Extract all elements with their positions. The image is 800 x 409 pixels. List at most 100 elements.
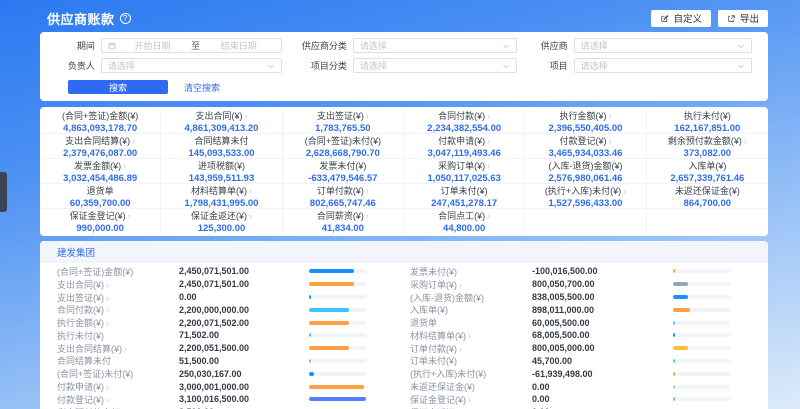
calendar-icon [108, 42, 116, 50]
detail-row[interactable]: 执行金额(¥)› 2,200,071,502.00 [40, 316, 404, 329]
detail-row: (执行+入库)未付(¥)› -61,939,498.00 [404, 367, 768, 380]
stat-cell[interactable]: 剩余预付款金额(¥)› 373,082.00 [647, 134, 768, 159]
stat-value: 1,527,596,433.00 [549, 198, 623, 209]
supplier-group-link[interactable]: 建发集团 [57, 248, 95, 259]
detail-row[interactable]: 合同付款(¥)› 2,200,000,000.00 [40, 303, 404, 316]
stat-cell: 未返还保证金(¥)› 864,700.00 [647, 184, 768, 209]
stat-cell: 订单未付(¥)› 247,451,278.17 [404, 184, 525, 209]
detail-row[interactable]: 采购订单(¥)› 800,050,700.00 [404, 278, 768, 291]
detail-row[interactable]: 订单付款(¥)› 800,005,000.00 [404, 342, 768, 355]
stat-cell[interactable]: 执行金额(¥)› 2,396,550,405.00 [525, 109, 646, 134]
drilldown-arrow-icon: › [608, 136, 611, 146]
filter-panel: 期间 开始日期 至 结束日期 供应商分类 请选择 供应商 请选择 负责人 请选择 [40, 32, 768, 101]
stat-cell[interactable]: 发票金额(¥)› 3,032,454,486.89 [40, 159, 161, 184]
detail-row-label[interactable]: 付款申请(¥)› [57, 380, 179, 393]
detail-row[interactable]: 支出签证(¥)› 0.00 [40, 291, 404, 304]
stat-cell[interactable]: 合同点工(¥)› 44,800.00 [404, 209, 525, 234]
stat-value: 2,379,476,087.00 [63, 148, 137, 159]
project-category-select[interactable]: 请选择 [353, 58, 517, 73]
drilldown-arrow-icon: › [249, 211, 252, 221]
detail-row[interactable]: 支出合同结算(¥)› 2,200,051,500.00 [40, 342, 404, 355]
detail-row-label[interactable]: 采购订单(¥)› [410, 278, 532, 291]
customize-button[interactable]: 自定义 [651, 10, 711, 27]
export-button[interactable]: 导出 [718, 10, 768, 27]
stat-cell[interactable]: 保证金返还(¥)› 125,300.00 [161, 209, 282, 234]
detail-row-bar [673, 282, 688, 286]
detail-row-bar [309, 321, 349, 325]
owner-select[interactable]: 请选择 [101, 58, 282, 73]
stat-value: 990,000.00 [76, 223, 124, 234]
stat-cell[interactable]: 材料结算单(¥)› 1,798,431,995.00 [161, 184, 282, 209]
detail-row[interactable]: 付款申请(¥)› 3,000,001,000.00 [40, 380, 404, 393]
detail-row-label[interactable]: 执行金额(¥)› [57, 316, 179, 329]
clear-search-link[interactable]: 清空搜索 [184, 81, 220, 94]
stat-cell[interactable]: 订单付款(¥)› 802,665,747.46 [283, 184, 404, 209]
detail-row-label[interactable]: 支出签证(¥)› [57, 291, 179, 304]
detail-row-label[interactable]: 保证金登记(¥)› [410, 393, 532, 406]
stat-cell: 合同结算未付› 145,093,533.00 [161, 134, 282, 159]
detail-row-label: 入库单(¥)› [410, 303, 532, 316]
drilldown-arrow-icon: › [487, 111, 490, 121]
stat-cell[interactable]: (执行+入库)未付(¥)› 1,527,596,433.00 [525, 184, 646, 209]
detail-row-label[interactable]: 支出合同(¥)› [57, 278, 179, 291]
stat-cell[interactable]: 合同付款(¥)› 2,234,382,554.00 [404, 109, 525, 134]
stat-label: 付款申请(¥)› [438, 134, 490, 147]
detail-row-value: 51,500.00 [179, 356, 309, 366]
supplier-group-header: 建发集团 [40, 241, 768, 263]
drilldown-arrow-icon: › [132, 136, 135, 146]
detail-right-column: 发票未付(¥)› -100,016,500.00 采购订单(¥)› 800,05… [404, 265, 768, 409]
stat-cell[interactable]: 采购订单(¥)› 1,050,117,025.63 [404, 159, 525, 184]
detail-row-bar-track [673, 295, 730, 299]
stat-cell[interactable]: 合同薪资(¥)› 41,834.00 [283, 209, 404, 234]
detail-row[interactable]: 支出合同(¥)› 2,450,071,501.00 [40, 278, 404, 291]
detail-row-value: 898,011,000.00 [532, 305, 673, 315]
drilldown-arrow-icon: › [487, 161, 490, 171]
stat-value: 125,300.00 [198, 223, 246, 234]
period-range-input[interactable]: 开始日期 至 结束日期 [101, 38, 282, 53]
stat-cell[interactable]: 支出签证(¥)› 1,783,765.50 [283, 109, 404, 134]
detail-row-label[interactable]: 材料结算单(¥)› [410, 329, 532, 342]
detail-row-label[interactable]: 合同付款(¥)› [57, 303, 179, 316]
detail-row-bar-track [673, 397, 730, 401]
stat-value: 4,861,309,413.20 [185, 123, 259, 134]
supplier-category-select[interactable]: 请选择 [353, 38, 517, 53]
detail-row-bar-track [309, 269, 366, 273]
search-button[interactable]: 搜索 [68, 80, 168, 94]
stat-label: (合同+签证)金额(¥)› [62, 109, 138, 122]
drilldown-arrow-icon: › [744, 136, 747, 146]
stat-cell[interactable]: 保证金登记(¥)› 990,000.00 [40, 209, 161, 234]
stat-cell: › [647, 209, 768, 234]
side-drawer-handle[interactable] [0, 172, 7, 212]
detail-row-bar-track [309, 308, 366, 312]
supplier-select[interactable]: 请选择 [574, 38, 752, 53]
drilldown-arrow-icon: › [249, 186, 252, 196]
stat-value: 1,783,765.50 [315, 123, 370, 134]
detail-row-bar [673, 321, 675, 325]
stat-cell[interactable]: 支出合同结算(¥)› 2,379,476,087.00 [40, 134, 161, 159]
stat-value: 1,050,117,025.63 [427, 173, 500, 184]
detail-row[interactable]: 材料结算单(¥)› 68,005,500.00 [404, 329, 768, 342]
detail-row: (合同+签证)未付(¥)› 250,030,167.00 [40, 367, 404, 380]
detail-row-value: 2,200,071,502.00 [179, 318, 309, 328]
detail-row[interactable]: 保证金登记(¥)› 0.00 [404, 393, 768, 406]
chevron-down-icon [502, 42, 510, 50]
detail-row-bar [673, 295, 688, 299]
detail-row-bar [673, 359, 675, 363]
detail-row-label[interactable]: 支出合同结算(¥)› [57, 342, 179, 355]
drilldown-arrow-icon: › [128, 211, 131, 221]
detail-row-label: 未返还保证金(¥)› [410, 380, 532, 393]
stat-cell[interactable]: 付款登记(¥)› 3,465,934,033.46 [525, 134, 646, 159]
project-select[interactable]: 请选择 [574, 58, 752, 73]
detail-row[interactable]: 付款登记(¥)› 3,100,016,500.00 [40, 393, 404, 406]
detail-row-value: 2,450,071,501.00 [179, 266, 309, 276]
detail-row-label[interactable]: 付款登记(¥)› [57, 393, 179, 406]
detail-row-bar [673, 346, 688, 350]
stat-cell[interactable]: 支出合同(¥)› 4,861,309,413.20 [161, 109, 282, 134]
stat-cell: (合同+签证)未付(¥)› 2,628,668,790.70 [283, 134, 404, 159]
drilldown-arrow-icon: › [487, 211, 490, 221]
help-icon[interactable]: ? [120, 13, 131, 24]
detail-row-label[interactable]: 订单付款(¥)› [410, 342, 532, 355]
stat-cell[interactable]: 付款申请(¥)› 3,047,119,493.46 [404, 134, 525, 159]
detail-row-bar-track [673, 372, 730, 376]
detail-row-value: 0.00 [179, 292, 309, 302]
